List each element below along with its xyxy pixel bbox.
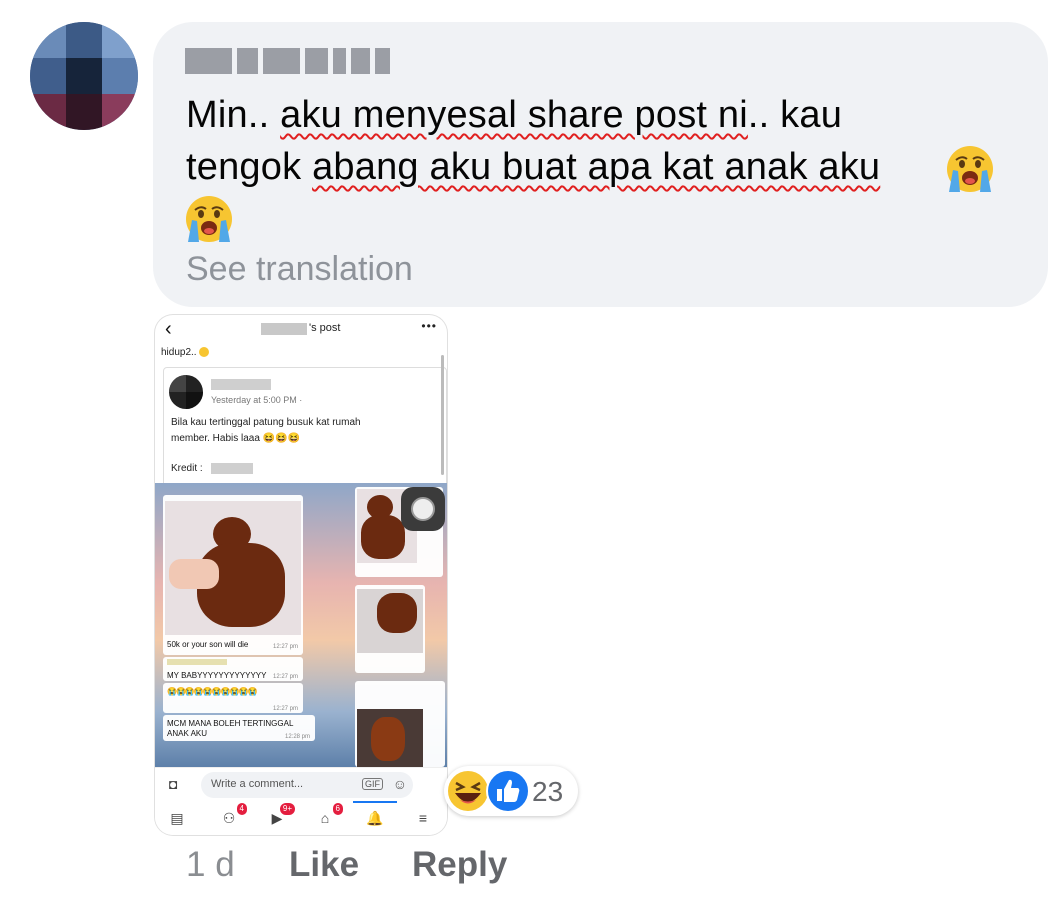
reaction-count: 23 — [532, 776, 564, 807]
chat-time: 12:27 pm — [273, 644, 299, 650]
see-translation-link[interactable]: See translation — [186, 250, 413, 289]
blurred-name — [211, 379, 271, 390]
crying-emojis: 😭😭😭😭😭😭😭😭😭😭 — [167, 687, 258, 696]
bottom-nav: ▤ ⚇ 4 ▶ 9+ ⌂ 6 🔔 ≡ — [155, 801, 447, 835]
news-feed-icon[interactable]: ▤ — [167, 809, 187, 827]
plush-body — [361, 515, 405, 559]
author-name[interactable] — [185, 48, 390, 78]
spellcheck-underline: abang aku buat apa kat anak aku — [312, 146, 881, 188]
emoji-icon[interactable]: ☺ — [393, 776, 407, 792]
notification-badge: 9+ — [279, 803, 295, 815]
reply-button[interactable]: Reply — [412, 845, 507, 885]
crying-face-icon — [186, 196, 232, 242]
comment-timestamp[interactable]: 1 d — [186, 845, 235, 885]
scrollbar[interactable] — [441, 355, 444, 475]
chat-message: ANAK AKU — [167, 729, 208, 738]
blurred-name — [167, 659, 227, 665]
post-caption: hidup2.. — [161, 347, 210, 358]
chat-time: 12:27 pm — [273, 706, 299, 712]
chat-time: 12:28 pm — [285, 734, 311, 740]
comment-bar: ◘ Write a comment... GIF ☺ — [155, 767, 447, 802]
credit-label: Kredit : — [171, 463, 203, 474]
pensive-face-icon — [199, 347, 210, 358]
chat-time: 12:27 pm — [273, 674, 299, 680]
notifications-icon[interactable]: 🔔 — [365, 809, 385, 827]
like-icon — [486, 769, 530, 813]
hand — [169, 559, 219, 589]
camera-icon[interactable]: ◘ — [169, 776, 177, 792]
comment-text-line-1: Min.. aku menyesal share post ni.. kau — [186, 94, 843, 136]
blurred-credit — [211, 463, 253, 474]
blurred-name — [261, 323, 307, 335]
watch-icon[interactable]: ▶ 9+ — [267, 803, 295, 827]
reactions-summary[interactable]: 23 — [444, 766, 578, 816]
active-tab-indicator — [353, 801, 397, 803]
notification-badge: 4 — [236, 803, 247, 815]
comment-input[interactable]: Write a comment... GIF ☺ — [201, 772, 413, 798]
spellcheck-underline: aku menyesal share post ni — [280, 94, 748, 136]
like-button[interactable]: Like — [289, 845, 359, 885]
avatar[interactable] — [30, 22, 138, 130]
back-icon: ‹ — [165, 318, 172, 340]
shared-time: Yesterday at 5:00 PM · — [211, 395, 303, 405]
plush-body — [371, 717, 405, 761]
marketplace-icon[interactable]: ⌂ 6 — [315, 803, 343, 827]
chat-message: MY BABYYYYYYYYYYYYY — [167, 671, 267, 680]
plush-body — [377, 593, 417, 633]
more-icon: ••• — [421, 319, 437, 333]
chat-message: MCM MANA BOLEH TERTINGGAL — [167, 719, 294, 728]
gif-button[interactable]: GIF — [362, 778, 383, 790]
attached-screenshot[interactable]: ‹ 's post ••• hidup2.. Yesterday at 5:00… — [155, 315, 447, 835]
shared-text: Bila kau tertinggal patung busuk kat rum… — [171, 417, 361, 428]
friends-icon[interactable]: ⚇ 4 — [219, 803, 247, 827]
comment-text-line-2: tengok abang aku buat apa kat anak aku — [186, 146, 881, 188]
notification-badge: 6 — [332, 803, 343, 815]
comment-placeholder: Write a comment... — [211, 778, 304, 790]
menu-icon[interactable]: ≡ — [413, 809, 433, 827]
post-header-title: 's post — [309, 322, 341, 334]
crying-face-icon — [947, 146, 993, 192]
chat-message: 50k or your son will die — [167, 640, 249, 649]
assistive-touch-button[interactable] — [401, 487, 445, 531]
haha-icon — [446, 769, 490, 813]
shared-avatar — [169, 375, 203, 409]
shared-text: member. Habis laaa 😆😆😆 — [171, 433, 301, 444]
